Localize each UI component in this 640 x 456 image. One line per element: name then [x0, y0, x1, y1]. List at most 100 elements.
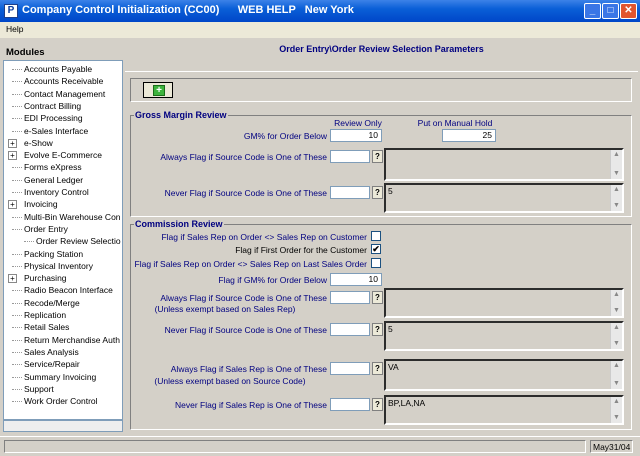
- expand-icon[interactable]: +: [8, 138, 17, 148]
- sidebar-item[interactable]: e-Sales Interface: [4, 125, 122, 137]
- comm-always-src-label: Always Flag if Source Code is One of The…: [160, 293, 327, 303]
- sidebar-item[interactable]: Return Merchandise Auth: [4, 334, 122, 346]
- expand-icon[interactable]: +: [8, 274, 17, 284]
- gm-never-list[interactable]: 5 ▲ ▼: [384, 183, 624, 213]
- sidebar-item[interactable]: + Invoicing: [4, 198, 122, 210]
- comm-never-rep-list[interactable]: BP,LA,NA ▲ ▼: [384, 395, 624, 425]
- sidebar-item[interactable]: Recode/Merge: [4, 297, 122, 309]
- comm-always-src-input[interactable]: [330, 291, 370, 304]
- expand-icon[interactable]: +: [8, 151, 17, 161]
- sidebar-item[interactable]: + Purchasing: [4, 272, 122, 284]
- scrollbar[interactable]: ▲ ▼: [610, 185, 622, 211]
- flag-rep-last-checkbox[interactable]: [371, 258, 381, 268]
- sidebar-item-label: e-Show: [24, 137, 53, 148]
- sidebar-item[interactable]: Contact Management: [4, 88, 122, 100]
- gm-hold-input[interactable]: 25: [442, 129, 496, 142]
- scrollbar[interactable]: ▲ ▼: [610, 323, 622, 349]
- sidebar-item-label: Invoicing: [24, 199, 58, 210]
- comm-always-src-lookup-button[interactable]: ?: [372, 291, 383, 304]
- gm-review-input[interactable]: 10: [330, 129, 382, 142]
- sidebar-item-label: Order Review Selectio: [36, 236, 121, 247]
- sidebar-item-label: Support: [24, 383, 54, 394]
- scrollbar[interactable]: ▲ ▼: [610, 290, 622, 316]
- comm-never-rep-input[interactable]: [330, 398, 370, 411]
- scrollbar[interactable]: ▲ ▼: [610, 397, 622, 423]
- sidebar-item-label: Contact Management: [24, 88, 106, 99]
- sidebar-item[interactable]: General Ledger: [4, 174, 122, 186]
- sidebar-item[interactable]: Replication: [4, 309, 122, 321]
- flag-gm-input[interactable]: 10: [330, 273, 382, 286]
- sidebar-item[interactable]: Radio Beacon Interface: [4, 284, 122, 296]
- sidebar-item[interactable]: Sales Analysis: [4, 346, 122, 358]
- sidebar-item[interactable]: EDI Processing: [4, 112, 122, 124]
- add-button[interactable]: +: [143, 82, 173, 98]
- gm-never-lookup-button[interactable]: ?: [372, 186, 383, 199]
- comm-always-rep-label: Always Flag if Sales Rep is One of These: [170, 364, 327, 374]
- sidebar-item[interactable]: Inventory Control: [4, 186, 122, 198]
- manual-hold-header: Put on Manual Hold: [417, 118, 493, 128]
- sidebar-item[interactable]: Packing Station: [4, 248, 122, 260]
- sidebar-item-label: Return Merchandise Auth: [24, 334, 120, 345]
- review-only-header: Review Only: [334, 118, 382, 128]
- tree-connector: [12, 228, 22, 230]
- tree-connector: [12, 376, 22, 378]
- sidebar-item[interactable]: Order Entry: [4, 223, 122, 235]
- sidebar-item-label: Accounts Receivable: [24, 76, 104, 87]
- tree-connector: [12, 216, 22, 218]
- flag-rep-customer-checkbox[interactable]: [371, 231, 381, 241]
- comm-never-src-input[interactable]: [330, 323, 370, 336]
- maximize-button[interactable]: □: [602, 3, 619, 19]
- sidebar-item[interactable]: Work Order Control: [4, 395, 122, 407]
- scrollbar[interactable]: ▲ ▼: [610, 150, 622, 179]
- plus-icon: +: [153, 85, 165, 96]
- sidebar-item-label: Retail Sales: [24, 322, 70, 333]
- sidebar-item[interactable]: Accounts Payable: [4, 63, 122, 75]
- modules-tree[interactable]: Accounts Payable Accounts Receivable Conta…: [3, 60, 123, 420]
- sidebar-item[interactable]: Order Review Selectio: [4, 235, 122, 247]
- tree-connector: [12, 69, 22, 70]
- gm-always-label: Always Flag if Source Code is One of The…: [160, 152, 327, 162]
- sidebar-item-label: Replication: [24, 310, 67, 320]
- sidebar-item[interactable]: Forms eXpress: [4, 161, 122, 173]
- comm-always-rep-list[interactable]: VA ▲ ▼: [384, 359, 624, 391]
- comm-always-rep-input[interactable]: [330, 362, 370, 375]
- sidebar-item-label: Physical Inventory: [24, 260, 93, 271]
- flag-rep-customer-label: Flag if Sales Rep on Order <> Sales Rep …: [161, 232, 367, 242]
- comm-never-rep-lookup-button[interactable]: ?: [372, 398, 383, 411]
- gm-always-input[interactable]: [330, 150, 370, 163]
- sidebar-item[interactable]: Retail Sales: [4, 321, 122, 333]
- sidebar-item[interactable]: Multi-Bin Warehouse Con: [4, 211, 122, 223]
- sidebar-item[interactable]: + Evolve E-Commerce: [4, 149, 122, 161]
- sidebar-item[interactable]: Service/Repair: [4, 358, 122, 370]
- sidebar-item[interactable]: Summary Invoicing: [4, 371, 122, 383]
- tree-connector: [12, 130, 22, 132]
- sidebar-item[interactable]: Contract Billing: [4, 100, 122, 112]
- menu-help[interactable]: Help: [6, 24, 23, 34]
- gm-always-list[interactable]: ▲ ▼: [384, 148, 624, 181]
- expand-icon[interactable]: +: [8, 200, 17, 210]
- comm-never-src-list-text: 5: [388, 324, 393, 334]
- sidebar-item[interactable]: Physical Inventory: [4, 260, 122, 272]
- sidebar-item[interactable]: Accounts Receivable: [4, 75, 122, 87]
- sidebar-item[interactable]: Support: [4, 383, 122, 395]
- scrollbar[interactable]: ▲ ▼: [610, 361, 622, 389]
- comm-never-src-list[interactable]: 5 ▲ ▼: [384, 321, 624, 351]
- tree-connector: [12, 290, 22, 292]
- close-button[interactable]: ✕: [620, 3, 637, 19]
- sidebar-item-label: Forms eXpress: [24, 162, 82, 173]
- sidebar-item-label: Work Order Control: [24, 396, 98, 407]
- title-bar: P Company Control Initialization (CC00) …: [0, 0, 640, 22]
- flag-first-order-checkbox[interactable]: ✔: [371, 244, 381, 254]
- tree-horizontal-scrollbar[interactable]: [3, 420, 123, 432]
- sidebar-item[interactable]: + e-Show: [4, 137, 122, 149]
- toolbar: [130, 78, 632, 102]
- tree-connector: [12, 401, 22, 403]
- comm-always-src-list[interactable]: ▲ ▼: [384, 288, 624, 318]
- gm-always-lookup-button[interactable]: ?: [372, 150, 383, 163]
- minimize-button[interactable]: _: [584, 3, 601, 19]
- comm-never-src-lookup-button[interactable]: ?: [372, 323, 383, 336]
- comm-always-rep-lookup-button[interactable]: ?: [372, 362, 383, 375]
- sidebar-item-label: Service/Repair: [24, 359, 80, 370]
- gm-never-input[interactable]: [330, 186, 370, 199]
- tree-connector: [12, 315, 22, 316]
